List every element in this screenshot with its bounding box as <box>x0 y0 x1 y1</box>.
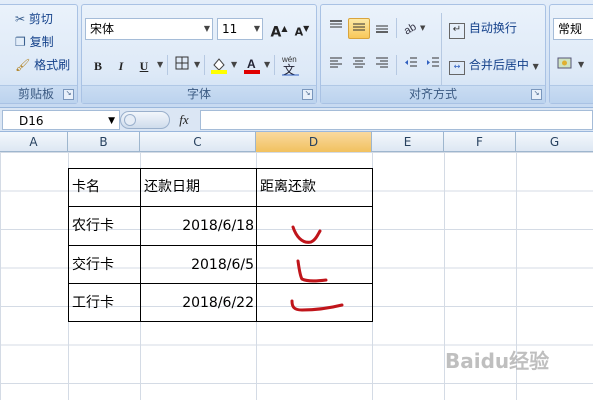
number-group-label <box>550 85 593 103</box>
scissors-icon: ✂ <box>15 12 26 26</box>
font-name-value: 宋体 <box>90 22 115 36</box>
insert-function-button[interactable]: fx <box>172 111 196 129</box>
watermark: Baidu经验 <box>445 349 550 373</box>
wrap-text-icon: ↵ <box>449 23 465 39</box>
card-cell[interactable]: 农行卡 <box>72 207 114 245</box>
formula-bar: D16 ▼ fx <box>0 108 593 132</box>
chevron-down-icon[interactable]: ▼ <box>578 55 584 75</box>
separator <box>274 55 275 75</box>
column-header-g[interactable]: G <box>516 132 593 152</box>
header-cell-date[interactable]: 还款日期 <box>144 168 200 206</box>
header-cell-card[interactable]: 卡名 <box>72 168 100 206</box>
copy-icon: ❐ <box>15 35 26 49</box>
date-cell[interactable]: 2018/6/18 <box>140 207 254 245</box>
copy-button[interactable]: ❐ 复制 <box>15 32 54 52</box>
card-cell[interactable]: 交行卡 <box>72 246 114 284</box>
chevron-down-icon: ▼ <box>203 24 210 33</box>
separator <box>396 18 397 38</box>
separator <box>441 13 442 89</box>
font-color-icon[interactable]: A <box>241 55 263 76</box>
font-size-value: 11 <box>222 22 238 36</box>
underline-button[interactable]: U <box>133 55 155 76</box>
column-header-bar: A B C D E F G <box>0 132 593 152</box>
format-painter-button[interactable]: 🖌 格式刷 <box>15 55 70 75</box>
column-header-f[interactable]: F <box>444 132 516 152</box>
separator <box>167 55 168 75</box>
grow-font-button[interactable]: A▲ <box>268 18 290 41</box>
bold-button[interactable]: B <box>87 55 109 76</box>
align-top-icon[interactable] <box>325 18 347 39</box>
column-header-b[interactable]: B <box>68 132 140 152</box>
svg-text:▼: ▼ <box>420 24 426 32</box>
alignment-group-label: 对齐方式 <box>321 85 545 103</box>
column-header-d[interactable]: D <box>256 132 372 152</box>
font-size-combo[interactable]: 11 ▼ <box>217 18 263 40</box>
name-box-value: D16 <box>19 114 44 128</box>
chevron-down-icon[interactable]: ▼ <box>231 55 237 75</box>
align-right-icon[interactable] <box>371 55 393 76</box>
wrap-text-label: 自动换行 <box>468 21 517 35</box>
format-painter-label: 格式刷 <box>34 58 71 72</box>
chevron-down-icon: ▼ <box>108 116 115 126</box>
header-cell-remaining[interactable]: 距离还款 <box>260 168 316 206</box>
italic-button[interactable]: I <box>110 55 132 76</box>
shrink-font-button[interactable]: A▼ <box>291 18 313 39</box>
font-name-combo[interactable]: 宋体 ▼ <box>85 18 213 40</box>
scribble-row-3 <box>290 299 344 312</box>
number-format-combo[interactable]: 常规 <box>553 18 593 40</box>
alignment-launcher-icon[interactable]: ↘ <box>531 89 542 100</box>
font-group-label: 字体 <box>82 85 316 103</box>
borders-icon[interactable] <box>171 55 193 76</box>
paintbrush-icon: 🖌 <box>15 58 31 72</box>
alignment-group: ab ▼ ↵ 自动换行 ↔ 合并后居中 ▼ 对齐方式 ↘ <box>320 4 546 104</box>
card-cell[interactable]: 工行卡 <box>72 284 114 322</box>
name-box[interactable]: D16 ▼ <box>2 110 120 130</box>
svg-text:ab: ab <box>402 21 419 35</box>
date-cell[interactable]: 2018/6/5 <box>140 246 254 284</box>
cut-button[interactable]: ✂ 剪切 <box>15 9 53 29</box>
number-format-value: 常规 <box>558 22 583 36</box>
merge-center-label: 合并后居中 <box>468 58 529 72</box>
red-ink-scribbles <box>290 225 344 312</box>
chevron-down-icon[interactable]: ▼ <box>194 55 200 75</box>
align-center-icon[interactable] <box>348 55 370 76</box>
separator <box>204 55 205 75</box>
chevron-down-icon: ▼ <box>532 62 539 71</box>
clipboard-launcher-icon[interactable]: ↘ <box>63 89 74 100</box>
clipboard-group: ✂ 剪切 ❐ 复制 🖌 格式刷 剪贴板 ↘ <box>0 4 78 104</box>
separator <box>396 55 397 75</box>
align-left-icon[interactable] <box>325 55 347 76</box>
column-header-a[interactable]: A <box>0 132 68 152</box>
align-bottom-icon[interactable] <box>371 18 393 39</box>
formula-divider-handle[interactable] <box>120 111 170 129</box>
font-launcher-icon[interactable]: ↘ <box>302 89 313 100</box>
align-middle-icon[interactable] <box>348 18 370 39</box>
cut-label: 剪切 <box>28 12 53 26</box>
merge-center-button[interactable]: ↔ 合并后居中 ▼ <box>449 55 539 77</box>
date-cell[interactable]: 2018/6/22 <box>140 284 254 322</box>
chevron-down-icon[interactable]: ▼ <box>264 55 270 75</box>
accounting-format-icon[interactable] <box>554 55 576 76</box>
copy-label: 复制 <box>29 35 54 49</box>
formula-input[interactable] <box>200 110 593 130</box>
number-group: 常规 ▼ <box>549 4 593 104</box>
orientation-icon[interactable]: ab ▼ <box>400 18 430 39</box>
increase-indent-icon[interactable] <box>422 55 444 76</box>
column-header-c[interactable]: C <box>140 132 256 152</box>
ribbon: ✂ 剪切 ❐ 复制 🖌 格式刷 剪贴板 ↘ 宋体 ▼ 11 ▼ A▲ A▼ B … <box>0 0 593 108</box>
decrease-indent-icon[interactable] <box>400 55 422 76</box>
scribble-row-1 <box>291 225 322 244</box>
column-header-e[interactable]: E <box>372 132 444 152</box>
merge-cells-icon: ↔ <box>449 61 465 75</box>
chevron-down-icon: ▼ <box>253 24 260 33</box>
chevron-down-icon[interactable]: ▼ <box>157 55 163 75</box>
svg-text:A: A <box>247 57 256 71</box>
fill-color-icon[interactable] <box>208 55 230 76</box>
phonetic-guide-icon[interactable]: wén 文 <box>278 52 308 78</box>
scribble-row-2 <box>296 259 328 283</box>
wrap-text-button[interactable]: ↵ 自动换行 <box>449 18 517 39</box>
font-group: 宋体 ▼ 11 ▼ A▲ A▼ B I U ▼ ▼ ▼ A ▼ wén 文 字体… <box>81 4 317 104</box>
